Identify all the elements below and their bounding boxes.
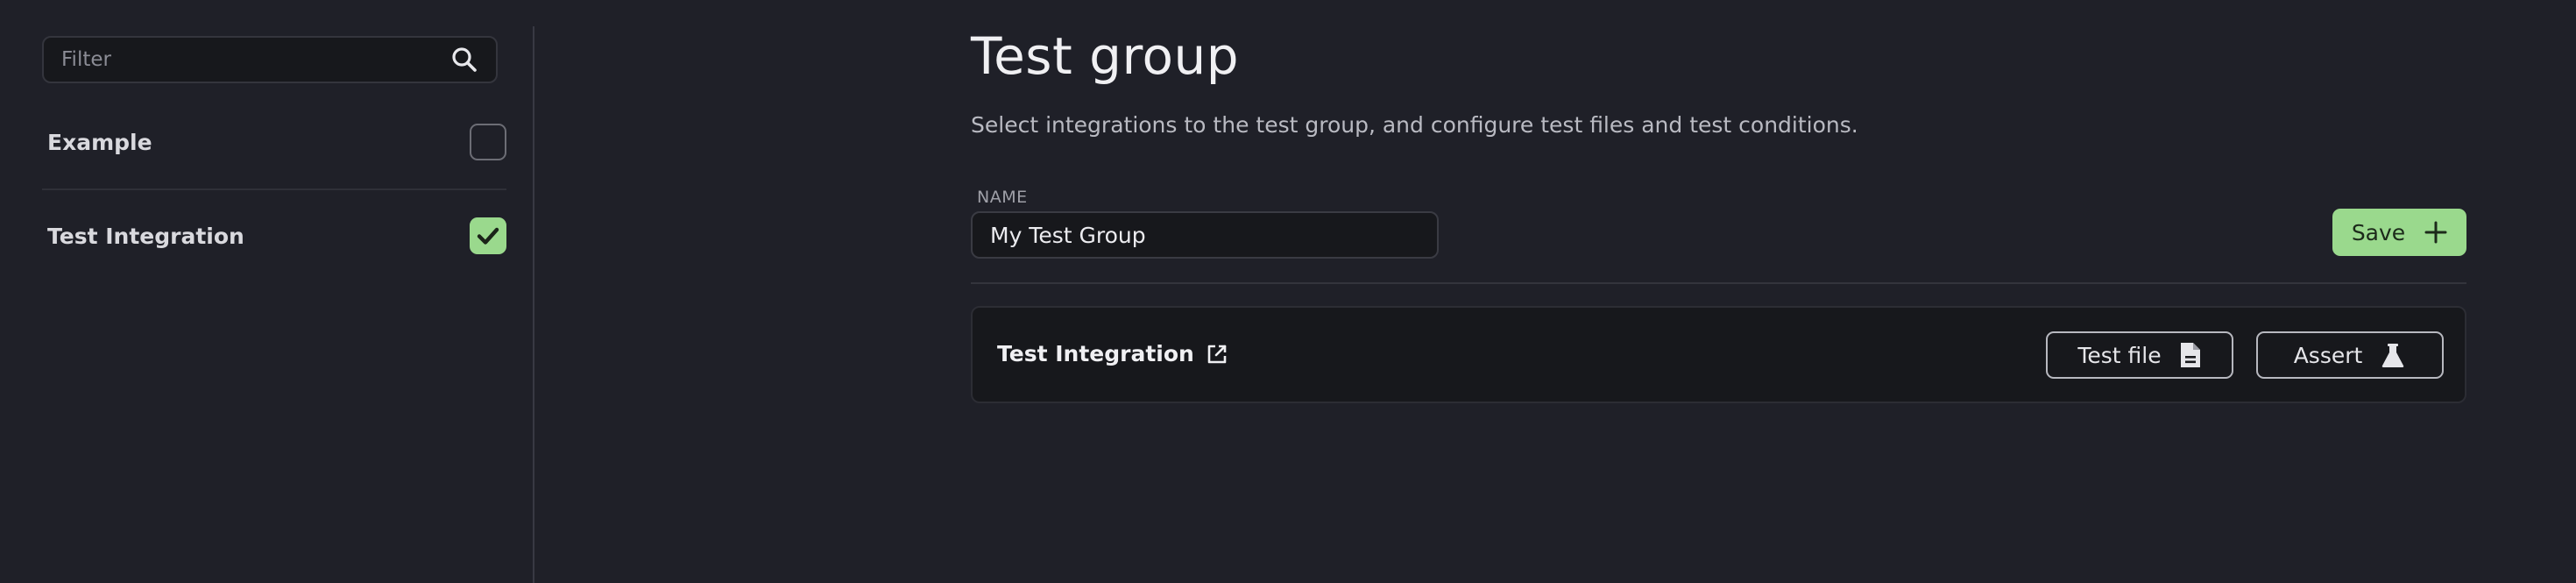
filter-box bbox=[42, 36, 498, 83]
plus-icon bbox=[2424, 221, 2447, 244]
name-label: NAME bbox=[977, 188, 1028, 207]
assert-button-label: Assert bbox=[2293, 342, 2363, 368]
test-file-button-label: Test file bbox=[2077, 342, 2162, 368]
flask-icon bbox=[2382, 344, 2404, 367]
filter-input[interactable] bbox=[60, 38, 449, 82]
checkmark-icon bbox=[477, 227, 499, 245]
divider bbox=[42, 188, 506, 190]
search-icon[interactable] bbox=[449, 44, 480, 75]
integration-card-title[interactable]: Test Integration bbox=[997, 341, 1228, 366]
sidebar: Example Test Integration bbox=[0, 0, 534, 583]
save-button[interactable]: Save bbox=[2332, 209, 2466, 256]
integration-label: Example bbox=[47, 129, 152, 155]
page-title: Test group bbox=[971, 26, 1240, 86]
integration-item-example[interactable]: Example bbox=[47, 117, 506, 167]
save-button-label: Save bbox=[2351, 219, 2406, 245]
integration-card: Test Integration Test file Assert bbox=[971, 306, 2466, 403]
name-input[interactable] bbox=[971, 211, 1439, 259]
sidebar-divider bbox=[533, 26, 534, 583]
test-file-button[interactable]: Test file bbox=[2046, 331, 2233, 379]
integration-item-test-integration[interactable]: Test Integration bbox=[47, 211, 506, 260]
external-link-icon[interactable] bbox=[1207, 344, 1228, 365]
assert-button[interactable]: Assert bbox=[2256, 331, 2444, 379]
integration-card-title-text: Test Integration bbox=[997, 341, 1194, 366]
integration-checkbox-example[interactable] bbox=[470, 124, 506, 160]
integration-label: Test Integration bbox=[47, 223, 244, 249]
divider bbox=[971, 282, 2466, 284]
document-icon bbox=[2180, 343, 2200, 367]
page: Example Test Integration Test group Sele… bbox=[0, 0, 2576, 583]
page-description: Select integrations to the test group, a… bbox=[971, 112, 1858, 138]
integration-checkbox-test-integration[interactable] bbox=[470, 217, 506, 254]
